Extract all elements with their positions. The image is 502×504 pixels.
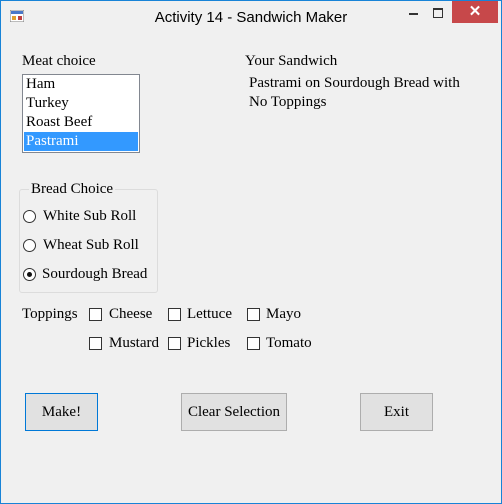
close-button[interactable]: ✕ xyxy=(452,1,498,23)
wheat-sub-roll-radio[interactable] xyxy=(23,239,36,252)
exit-button[interactable]: Exit xyxy=(360,393,433,431)
white-sub-roll-label[interactable]: White Sub Roll xyxy=(43,208,136,225)
mustard-label[interactable]: Mustard xyxy=(109,335,159,352)
meat-item-ham[interactable]: Ham xyxy=(23,75,139,94)
white-sub-roll-radio[interactable] xyxy=(23,210,36,223)
sandwich-maker-window: Activity 14 - Sandwich Maker ✕ Meat choi… xyxy=(0,0,502,504)
maximize-button[interactable] xyxy=(425,1,452,23)
meat-item-roast-beef[interactable]: Roast Beef xyxy=(23,113,139,132)
tomato-checkbox[interactable] xyxy=(247,337,260,350)
mayo-label[interactable]: Mayo xyxy=(266,306,301,323)
sandwich-summary-line2: No Toppings xyxy=(249,94,327,110)
mayo-checkbox[interactable] xyxy=(247,308,260,321)
minimize-button[interactable] xyxy=(400,1,428,23)
pickles-label[interactable]: Pickles xyxy=(187,335,230,352)
sourdough-bread-radio[interactable] xyxy=(23,268,36,281)
meat-item-pastrami[interactable]: Pastrami xyxy=(24,132,138,151)
close-icon: ✕ xyxy=(468,3,482,20)
sandwich-summary-line1: Pastrami on Sourdough Bread with xyxy=(249,75,460,91)
your-sandwich-label: Your Sandwich xyxy=(245,53,338,69)
lettuce-label[interactable]: Lettuce xyxy=(187,306,232,323)
sourdough-bread-label[interactable]: Sourdough Bread xyxy=(42,266,147,283)
cheese-label[interactable]: Cheese xyxy=(109,306,152,323)
radio-selected-dot xyxy=(27,272,32,277)
title-bar: Activity 14 - Sandwich Maker ✕ xyxy=(1,1,501,33)
minimize-icon xyxy=(409,13,418,15)
bread-choice-title: Bread Choice xyxy=(29,181,116,198)
maximize-icon xyxy=(433,8,443,18)
mustard-checkbox[interactable] xyxy=(89,337,102,350)
meat-listbox[interactable]: Ham Turkey Roast Beef Pastrami xyxy=(22,74,140,153)
cheese-checkbox[interactable] xyxy=(89,308,102,321)
pickles-checkbox[interactable] xyxy=(168,337,181,350)
meat-item-turkey[interactable]: Turkey xyxy=(23,94,139,113)
meat-choice-label: Meat choice xyxy=(22,53,96,69)
clear-selection-button[interactable]: Clear Selection xyxy=(181,393,287,431)
tomato-label[interactable]: Tomato xyxy=(266,335,312,352)
wheat-sub-roll-label[interactable]: Wheat Sub Roll xyxy=(43,237,139,254)
toppings-label: Toppings xyxy=(22,306,78,322)
make-button[interactable]: Make! xyxy=(25,393,98,431)
lettuce-checkbox[interactable] xyxy=(168,308,181,321)
